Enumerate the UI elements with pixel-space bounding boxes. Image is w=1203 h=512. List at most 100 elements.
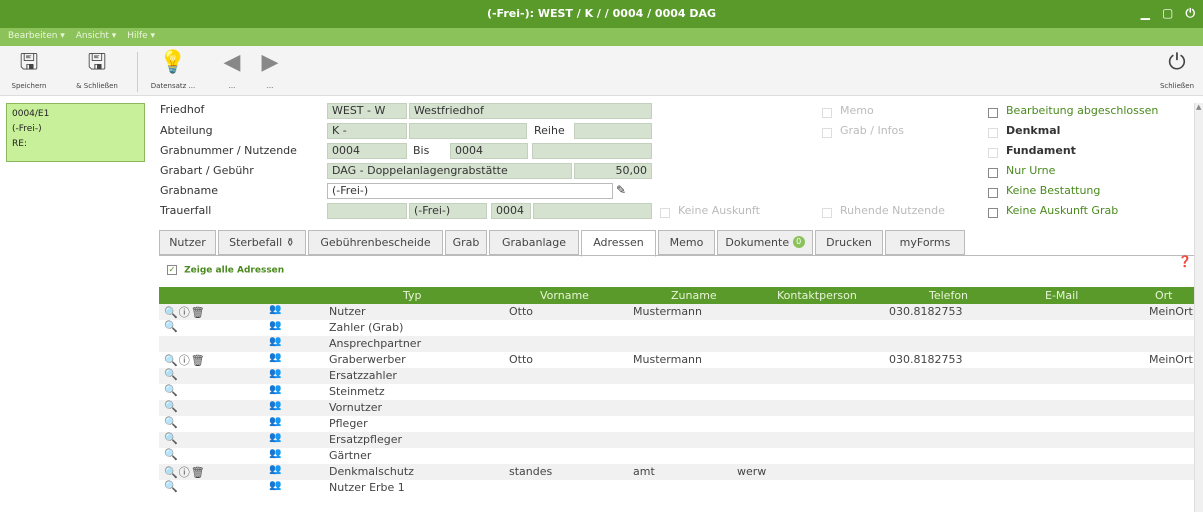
table-row[interactable]: 🔍 👥 Vornutzer bbox=[159, 400, 1194, 416]
forward-button[interactable]: ▶ ... bbox=[245, 50, 295, 90]
nutzende-field[interactable] bbox=[532, 143, 652, 159]
keine-auskunft-grab-checkbox[interactable] bbox=[988, 208, 998, 218]
group-icon[interactable]: 👥 bbox=[269, 352, 281, 363]
tab-grab[interactable]: Grab bbox=[445, 230, 487, 255]
trauerfall-code-field[interactable] bbox=[327, 203, 407, 219]
tab-adressen[interactable]: Adressen bbox=[581, 230, 656, 257]
table-row[interactable]: 🔍 👥 Nutzer Erbe 1 bbox=[159, 480, 1194, 496]
table-row[interactable]: 🔍 👥 Pfleger bbox=[159, 416, 1194, 432]
save-close-button[interactable]: 🖫 & Schließen bbox=[72, 50, 122, 90]
group-icon[interactable]: 👥 bbox=[269, 368, 281, 379]
cell-typ: Denkmalschutz bbox=[329, 465, 414, 478]
trauerfall-field[interactable]: (-Frei-) bbox=[409, 203, 487, 219]
table-row[interactable]: 🔍ⓘ🗑 👥 Nutzer Otto Mustermann 030.8182753 MeinO… bbox=[159, 304, 1194, 320]
nur-urne-checkbox[interactable] bbox=[988, 168, 998, 178]
col-zuname[interactable]: Zuname bbox=[671, 289, 717, 302]
table-row[interactable]: 👥 Ansprechpartner bbox=[159, 336, 1194, 352]
row-actions[interactable]: 🔍 bbox=[164, 432, 179, 445]
row-actions[interactable]: 🔍ⓘ🗑 bbox=[164, 352, 206, 368]
table-row[interactable]: 🔍 👥 Ersatzpfleger bbox=[159, 432, 1194, 448]
close-button[interactable]: ⏻ Schließen bbox=[1152, 50, 1202, 90]
save-button[interactable]: 🖫 Speichern bbox=[4, 50, 54, 90]
table-row[interactable]: 🔍 👥 Steinmetz bbox=[159, 384, 1194, 400]
grabname-field[interactable]: (-Frei-) bbox=[327, 183, 613, 199]
abteilung-field[interactable]: K - bbox=[327, 123, 407, 139]
scroll-up-icon[interactable]: ▲ bbox=[1196, 103, 1201, 111]
tab-grabanlage[interactable]: Grabanlage bbox=[489, 230, 579, 255]
fundament-checkbox[interactable] bbox=[988, 148, 998, 158]
row-actions[interactable]: 🔍ⓘ🗑 bbox=[164, 304, 206, 320]
denkmal-checkbox[interactable] bbox=[988, 128, 998, 138]
table-row[interactable]: 🔍ⓘ🗑 👥 Denkmalschutz standes amt werw bbox=[159, 464, 1194, 480]
record-summary[interactable]: 0004/E1 (-Frei-) RE: bbox=[6, 103, 145, 162]
vertical-scrollbar[interactable]: ▲ bbox=[1194, 103, 1203, 512]
group-icon[interactable]: 👥 bbox=[269, 400, 281, 411]
abteilung-name-field[interactable] bbox=[409, 123, 527, 139]
group-icon[interactable]: 👥 bbox=[269, 448, 281, 459]
group-icon[interactable]: 👥 bbox=[269, 416, 281, 427]
grabart-field[interactable]: DAG - Doppelanlagengrabstätte bbox=[327, 163, 572, 179]
cell-kontaktperson: werw bbox=[737, 465, 767, 478]
group-icon[interactable]: 👥 bbox=[269, 336, 281, 347]
trauerfall-extra-field[interactable] bbox=[533, 203, 652, 219]
reihe-field[interactable] bbox=[574, 123, 652, 139]
keine-bestattung-checkbox[interactable] bbox=[988, 188, 998, 198]
friedhof-name-field[interactable]: Westfriedhof bbox=[409, 103, 652, 119]
group-icon[interactable]: 👥 bbox=[269, 480, 281, 491]
tab-sterbefall[interactable]: Sterbefall ⚱ bbox=[218, 230, 306, 255]
row-actions[interactable]: 🔍 bbox=[164, 400, 179, 413]
tab-nutzer[interactable]: Nutzer bbox=[159, 230, 216, 255]
col-typ[interactable]: Typ bbox=[403, 289, 422, 302]
trauerfall-num-field[interactable]: 0004 bbox=[491, 203, 531, 219]
group-icon[interactable]: 👥 bbox=[269, 384, 281, 395]
memo-checkbox[interactable] bbox=[822, 108, 832, 118]
col-vorname[interactable]: Vorname bbox=[540, 289, 589, 302]
col-email[interactable]: E-Mail bbox=[1045, 289, 1078, 302]
col-telefon[interactable]: Telefon bbox=[929, 289, 968, 302]
row-actions[interactable]: 🔍 bbox=[164, 480, 179, 493]
show-all-checkbox[interactable]: ✓ bbox=[167, 265, 177, 275]
friedhof-code-field[interactable]: WEST - W bbox=[327, 103, 407, 119]
group-icon[interactable]: 👥 bbox=[269, 464, 281, 475]
col-kontaktperson[interactable]: Kontaktperson bbox=[777, 289, 857, 302]
group-icon[interactable]: 👥 bbox=[269, 304, 281, 315]
window-controls[interactable]: ▁ ▢ ⏻ bbox=[1141, 6, 1199, 21]
bis-field[interactable]: 0004 bbox=[450, 143, 528, 159]
col-ort[interactable]: Ort bbox=[1155, 289, 1173, 302]
table-row[interactable]: 🔍 👥 Zahler (Grab) bbox=[159, 320, 1194, 336]
show-all-addresses-toggle[interactable]: ✓ Zeige alle Adressen bbox=[167, 265, 284, 276]
table-row[interactable]: 🔍 👥 Ersatzzahler bbox=[159, 368, 1194, 384]
row-actions[interactable]: 🔍 bbox=[164, 384, 179, 397]
row-actions[interactable]: 🔍 bbox=[164, 368, 179, 381]
cell-zuname: Mustermann bbox=[633, 353, 703, 366]
grab-infos-checkbox[interactable] bbox=[822, 128, 832, 138]
tab-gebuehrenbescheide[interactable]: Gebührenbescheide bbox=[308, 230, 443, 255]
tab-dokumente[interactable]: Dokumente 0 bbox=[717, 230, 813, 255]
tab-drucken[interactable]: Drucken bbox=[815, 230, 883, 255]
help-icon[interactable]: ❓ bbox=[1178, 255, 1192, 268]
row-actions[interactable]: 🔍 bbox=[164, 320, 179, 333]
menu-ansicht[interactable]: Ansicht ▾ bbox=[76, 31, 117, 41]
ruhende-nutzende-checkbox[interactable] bbox=[822, 208, 832, 218]
bearbeitung-checkbox[interactable] bbox=[988, 108, 998, 118]
forward-icon: ▶ bbox=[261, 50, 279, 75]
grabnummer-field[interactable]: 0004 bbox=[327, 143, 407, 159]
gebuehr-field[interactable]: 50,00 bbox=[574, 163, 652, 179]
group-icon[interactable]: 👥 bbox=[269, 320, 281, 331]
table-row[interactable]: 🔍ⓘ🗑 👥 Graberwerber Otto Mustermann 030.818275… bbox=[159, 352, 1194, 368]
record-button[interactable]: 💡 Datensatz ... bbox=[148, 50, 198, 90]
row-actions[interactable]: 🔍ⓘ🗑 bbox=[164, 464, 206, 480]
tab-myforms[interactable]: myForms bbox=[885, 230, 965, 255]
save-icon: 🖫 bbox=[19, 50, 39, 75]
group-icon[interactable]: 👥 bbox=[269, 432, 281, 443]
tab-memo[interactable]: Memo bbox=[658, 230, 715, 255]
menu-hilfe[interactable]: Hilfe ▾ bbox=[127, 31, 155, 41]
edit-pen-icon[interactable]: ✎ bbox=[616, 183, 626, 197]
keine-auskunft-checkbox[interactable] bbox=[660, 208, 670, 218]
toolbar-divider bbox=[137, 52, 138, 92]
menu-bearbeiten[interactable]: Bearbeiten ▾ bbox=[8, 31, 65, 41]
table-row[interactable]: 🔍 👥 Gärtner bbox=[159, 448, 1194, 464]
row-actions[interactable]: 🔍 bbox=[164, 448, 179, 461]
row-actions[interactable]: 🔍 bbox=[164, 416, 179, 429]
menu-bar: Bearbeiten ▾ Ansicht ▾ Hilfe ▾ bbox=[0, 28, 1203, 46]
